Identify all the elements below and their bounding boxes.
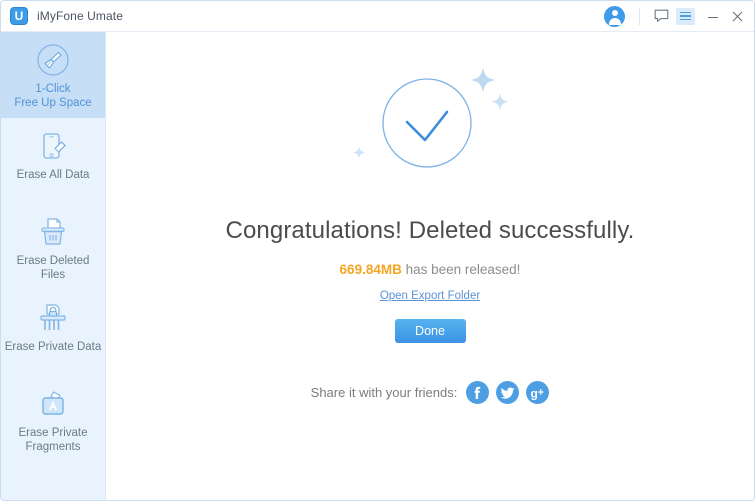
facebook-icon[interactable] — [466, 381, 490, 404]
phone-eraser-icon — [34, 127, 72, 165]
title-bar: U iMyFone Umate — [1, 1, 754, 32]
sidebar: 1-Click Free Up Space Erase All Data Era… — [1, 32, 106, 500]
close-icon[interactable] — [729, 8, 746, 25]
done-button[interactable]: Done — [394, 319, 466, 343]
page-title: Congratulations! Deleted successfully. — [225, 217, 635, 244]
sidebar-item-erase-all-data[interactable]: Erase All Data — [1, 118, 105, 204]
hamburger-line — [680, 15, 691, 17]
app-title: iMyFone Umate — [37, 9, 123, 23]
app-logo-icon: U — [10, 7, 28, 25]
share-label: Share it with your friends: — [310, 385, 458, 400]
open-export-folder-link[interactable]: Open Export Folder — [380, 290, 480, 302]
released-suffix-text: has been released! — [401, 262, 521, 277]
facebook-glyph — [474, 386, 481, 399]
share-row: Share it with your friends: g — [311, 381, 550, 404]
window-body: 1-Click Free Up Space Erase All Data Era… — [1, 32, 754, 500]
sidebar-item-label: Erase All Data — [16, 169, 90, 181]
sidebar-item-1-click-free-up-space[interactable]: 1-Click Free Up Space — [1, 32, 105, 118]
twitter-icon[interactable] — [496, 381, 520, 404]
sidebar-item-label: Erase Deleted Files — [16, 255, 90, 281]
google-plus-glyph: g — [531, 387, 544, 401]
hamburger-menu-icon[interactable] — [676, 7, 695, 25]
feedback-bubble-glyph — [654, 9, 669, 22]
trash-document-icon — [34, 213, 72, 251]
broom-circle-icon — [34, 41, 72, 79]
sidebar-item-label: Erase Private Fragments — [18, 427, 88, 453]
main-content: Congratulations! Deleted successfully. 6… — [106, 32, 754, 500]
sidebar-item-erase-deleted-files[interactable]: Erase Deleted Files — [1, 204, 105, 290]
sidebar-item-label: 1-Click Free Up Space — [14, 83, 92, 109]
twitter-bird-glyph — [501, 387, 515, 399]
feedback-icon[interactable] — [653, 8, 670, 25]
checkmark-circle-sparkle-icon — [340, 59, 520, 189]
app-window: U iMyFone Umate 1-Click Free Up Space Er… — [0, 0, 755, 501]
account-avatar-icon[interactable] — [604, 5, 625, 27]
shredder-lock-icon — [34, 299, 72, 337]
google-plus-icon[interactable]: g — [526, 381, 550, 404]
sidebar-item-erase-private-fragments[interactable]: Erase Private Fragments — [1, 376, 105, 462]
sidebar-item-label: Erase Private Data — [4, 341, 102, 353]
sidebar-item-erase-private-data[interactable]: Erase Private Data — [1, 290, 105, 376]
svg-text:g: g — [531, 387, 538, 401]
released-size-value: 669.84MB — [339, 262, 402, 277]
app-folder-icon — [34, 385, 72, 423]
released-status: 669.84MB has been released! — [340, 262, 521, 277]
titlebar-divider — [639, 7, 640, 25]
hamburger-line — [680, 11, 691, 14]
hamburger-line — [680, 18, 691, 21]
minimize-icon[interactable] — [705, 8, 721, 25]
